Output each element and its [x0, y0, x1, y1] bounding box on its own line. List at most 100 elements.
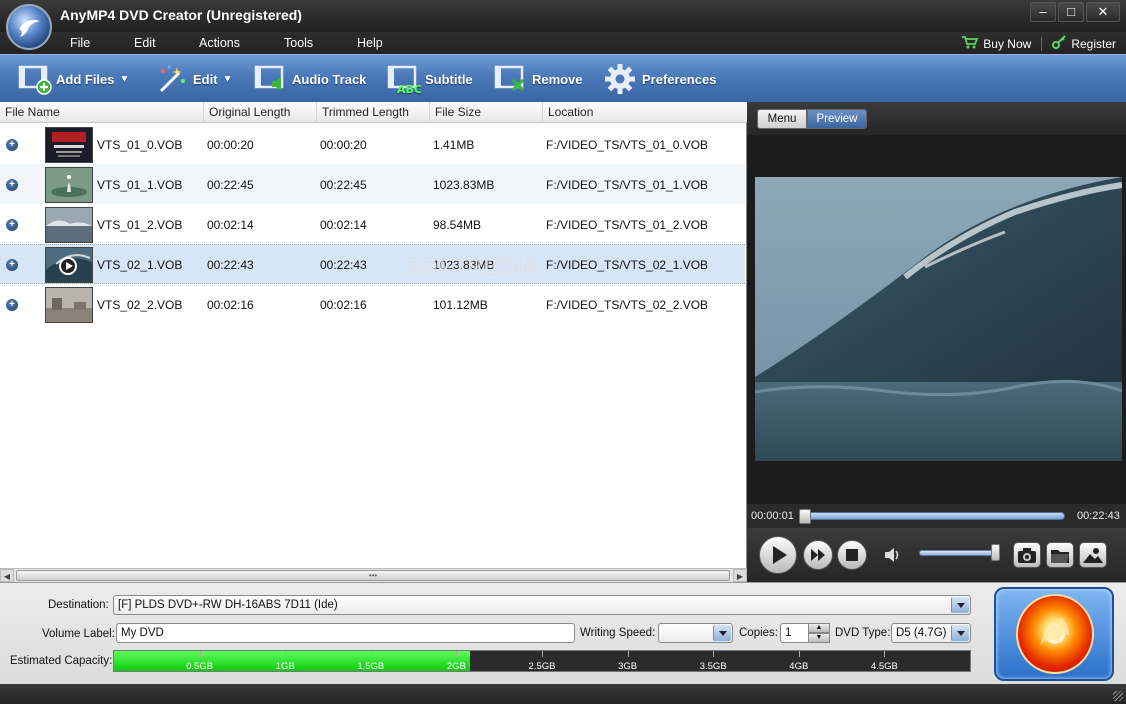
video-thumbnail: [45, 127, 93, 163]
volume-slider[interactable]: [919, 550, 997, 556]
buy-now-link[interactable]: Buy Now: [983, 37, 1031, 51]
subtitle-label: Subtitle: [425, 71, 473, 87]
stepper-up-icon[interactable]: ▲: [808, 623, 830, 633]
file-size: 98.54MB: [433, 218, 482, 232]
file-size: 101.12MB: [433, 298, 488, 312]
scroll-left-icon[interactable]: ◀: [0, 569, 14, 582]
column-location[interactable]: Location: [543, 102, 747, 123]
edit-label: Edit: [193, 71, 218, 87]
file-location: F:/VIDEO_TS/VTS_01_1.VOB: [546, 178, 709, 192]
camera-icon: [1018, 548, 1036, 563]
destination-select[interactable]: [F] PLDS DVD+-RW DH-16ABS 7D11 (Ide): [113, 595, 971, 615]
volume-label-value: My DVD: [121, 627, 164, 639]
chevron-down-icon[interactable]: [951, 625, 969, 641]
copies-value: 1: [785, 627, 792, 639]
stop-button[interactable]: [837, 540, 867, 570]
seek-handle[interactable]: [799, 509, 811, 524]
snapshot-button[interactable]: [1013, 542, 1041, 568]
audio-track-button[interactable]: Audio Track: [254, 63, 366, 95]
menu-separator: [1041, 36, 1043, 51]
tab-menu[interactable]: Menu: [757, 109, 807, 129]
dvd-type-select[interactable]: D5 (4.7G): [891, 623, 971, 643]
key-icon: [1052, 35, 1067, 52]
fast-forward-button[interactable]: [803, 540, 833, 570]
table-row[interactable]: + VTS_02_2.VOB 00:02:16 00:02:16 101.12M…: [0, 284, 745, 324]
preview-tabs: Menu Preview: [747, 102, 1126, 135]
remove-button[interactable]: Remove: [494, 63, 583, 95]
total-time: 00:22:43: [1077, 510, 1120, 522]
volume-handle[interactable]: [991, 544, 1000, 561]
capacity-tick-label: 1.5GB: [357, 661, 385, 672]
stepper-down-icon[interactable]: ▼: [808, 633, 830, 643]
column-trimmed-length[interactable]: Trimmed Length: [317, 102, 430, 123]
trimmed-length: 00:22:45: [320, 178, 367, 192]
register-link[interactable]: Register: [1071, 37, 1116, 51]
edit-button[interactable]: Edit ▼: [155, 63, 232, 95]
current-time: 00:00:01: [751, 510, 794, 522]
play-icon[interactable]: [59, 257, 77, 275]
capacity-tick-line: [456, 651, 458, 657]
image-button[interactable]: [1079, 542, 1107, 568]
file-name: VTS_01_1.VOB: [97, 178, 183, 192]
scrollbar-thumb[interactable]: •••: [16, 570, 730, 581]
burn-disc-icon: [1016, 594, 1094, 674]
open-folder-button[interactable]: [1046, 542, 1074, 568]
minimize-button[interactable]: –: [1030, 2, 1056, 22]
expand-icon[interactable]: +: [6, 179, 18, 191]
menu-help[interactable]: Help: [357, 36, 383, 50]
table-row[interactable]: + VTS_01_0.VOB 00:00:20 00:00:20 1.41MB …: [0, 124, 745, 164]
expand-icon[interactable]: +: [6, 299, 18, 311]
resize-grip-icon[interactable]: [1113, 691, 1123, 701]
trimmed-length: 00:22:43: [320, 258, 367, 272]
trimmed-length: 00:02:16: [320, 298, 367, 312]
seek-row: 00:00:01 00:22:43: [747, 504, 1126, 528]
image-icon: [1083, 548, 1103, 563]
chevron-down-icon[interactable]: [951, 597, 969, 613]
play-button[interactable]: [759, 536, 797, 574]
scroll-right-icon[interactable]: ▶: [733, 569, 747, 582]
trimmed-length: 00:00:20: [320, 138, 367, 152]
close-button[interactable]: ✕: [1086, 2, 1120, 22]
horizontal-scrollbar[interactable]: ◀ ••• ▶: [0, 568, 747, 582]
menu-file[interactable]: File: [70, 36, 90, 50]
app-logo-icon[interactable]: [6, 4, 52, 50]
preview-pane: Menu Preview 00:00:01 00:22:43: [747, 102, 1126, 582]
window-title: AnyMP4 DVD Creator (Unregistered): [60, 7, 302, 23]
subtitle-button[interactable]: ABC Subtitle: [387, 63, 473, 96]
remove-icon: [494, 63, 528, 95]
menu-edit[interactable]: Edit: [134, 36, 156, 50]
table-row-selected[interactable]: + VTS_02_1.VOB 00:22:43 00:22:43 1023.83…: [0, 244, 745, 284]
add-files-button[interactable]: Add Files ▼: [18, 63, 129, 95]
menu-tools[interactable]: Tools: [284, 36, 313, 50]
column-file-name[interactable]: File Name: [0, 102, 204, 123]
column-original-length[interactable]: Original Length: [204, 102, 317, 123]
writing-speed-select[interactable]: [658, 623, 733, 643]
svg-text:ABC: ABC: [397, 83, 421, 95]
preferences-button[interactable]: Preferences: [604, 63, 716, 95]
original-length: 00:00:20: [207, 138, 254, 152]
original-length: 00:22:45: [207, 178, 254, 192]
burn-button[interactable]: [994, 587, 1114, 681]
file-name: VTS_01_0.VOB: [97, 138, 183, 152]
table-row[interactable]: + VTS_01_2.VOB 00:02:14 00:02:14 98.54MB…: [0, 204, 745, 244]
original-length: 00:02:16: [207, 298, 254, 312]
capacity-tick-label: 3.5GB: [699, 661, 727, 672]
tab-preview[interactable]: Preview: [807, 109, 867, 129]
settings-panel: Destination: [F] PLDS DVD+-RW DH-16ABS 7…: [0, 582, 1126, 684]
menu-actions[interactable]: Actions: [199, 36, 240, 50]
audio-track-icon: [254, 63, 288, 95]
volume-icon[interactable]: [883, 546, 903, 564]
original-length: 00:02:14: [207, 218, 254, 232]
maximize-button[interactable]: □: [1058, 2, 1084, 22]
copies-input[interactable]: 1: [780, 623, 810, 643]
expand-icon[interactable]: +: [6, 219, 18, 231]
volume-label-input[interactable]: My DVD: [116, 623, 575, 643]
column-file-size[interactable]: File Size: [430, 102, 543, 123]
expand-icon[interactable]: +: [6, 139, 18, 151]
chevron-down-icon[interactable]: [713, 625, 731, 641]
status-bar: [0, 684, 1126, 704]
expand-icon[interactable]: +: [6, 259, 18, 271]
table-row[interactable]: + VTS_01_1.VOB 00:22:45 00:22:45 1023.83…: [0, 164, 745, 204]
seek-bar[interactable]: [803, 512, 1065, 520]
copies-stepper[interactable]: ▲ ▼: [808, 623, 830, 643]
